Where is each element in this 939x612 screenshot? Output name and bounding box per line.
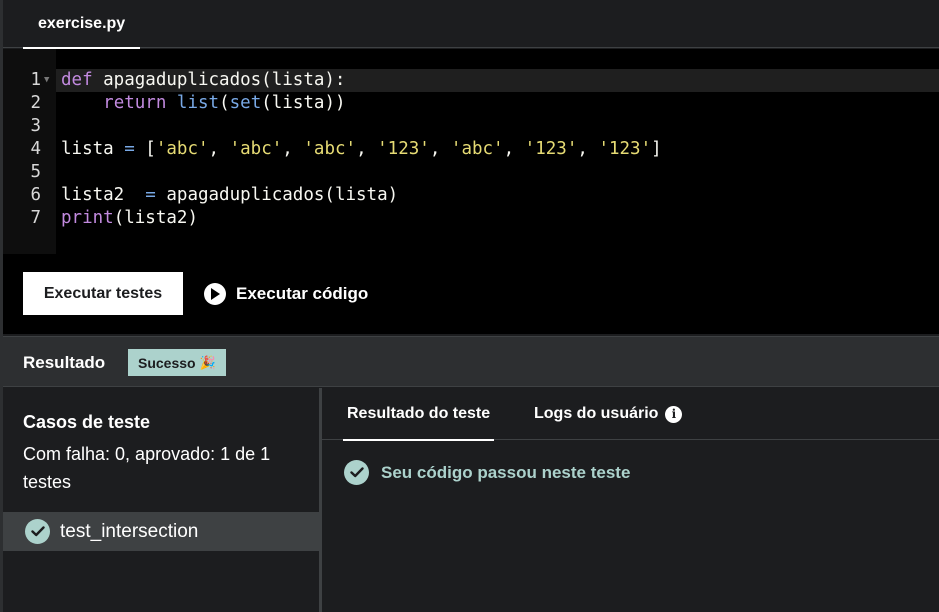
test-pass-text: Seu código passou neste teste: [381, 462, 631, 482]
play-icon: [204, 282, 226, 305]
code-token: apagaduplicados(lista):: [92, 70, 346, 90]
code-token: lista: [61, 139, 125, 159]
test-cases-panel: Casos de teste Com falha: 0, aprovado: 1…: [3, 388, 319, 612]
code-token: ,: [577, 139, 599, 159]
code-token: apagaduplicados(lista): [155, 185, 399, 205]
code-token: ,: [282, 139, 304, 159]
code-line[interactable]: 1 ▼ def apagaduplicados(lista):: [3, 69, 939, 92]
test-case-item[interactable]: test_intersection: [3, 512, 319, 551]
status-badge-label: Sucesso: [138, 354, 196, 371]
result-title: Resultado: [23, 352, 106, 372]
code-token: ,: [429, 139, 451, 159]
line-number: 4: [30, 139, 41, 159]
run-code-label: Executar código: [236, 283, 369, 303]
app-frame: exercise.py 1 ▼ def apagaduplicados(lista)…: [0, 0, 939, 612]
code-token: ]: [651, 139, 662, 159]
code-line[interactable]: 2 return list(set(lista)): [3, 92, 939, 115]
code-token: (lista)): [261, 93, 346, 113]
code-area[interactable]: 1 ▼ def apagaduplicados(lista): 2 return li…: [3, 69, 939, 230]
code-token: [: [134, 139, 156, 159]
code-token: '123': [377, 139, 430, 159]
active-tab-indicator: [343, 439, 495, 441]
code-line[interactable]: 7 print(lista2): [3, 207, 939, 230]
line-number: 3: [30, 116, 41, 136]
file-tab-bar: exercise.py: [3, 0, 939, 49]
code-token: ,: [208, 139, 230, 159]
line-number: 6: [30, 185, 41, 205]
check-circle-icon: [25, 519, 50, 544]
code-text: lista = ['abc', 'abc', 'abc', '123', 'ab…: [61, 138, 662, 161]
code-text: lista2 = apagaduplicados(lista): [61, 184, 398, 207]
code-line[interactable]: 6 lista2 = apagaduplicados(lista): [3, 184, 939, 207]
code-text: def apagaduplicados(lista):: [61, 69, 345, 92]
code-text: print(lista2): [61, 207, 198, 230]
result-bar: Resultado Sucesso 🎉: [3, 336, 939, 387]
code-token: (: [219, 93, 230, 113]
line-number: 2: [30, 93, 41, 113]
code-token: 'abc': [229, 139, 283, 159]
check-circle-icon: [344, 460, 369, 485]
run-code-button[interactable]: Executar código: [204, 272, 368, 315]
code-token: (lista2): [113, 208, 198, 228]
line-number: 1: [30, 70, 41, 90]
status-badge: Sucesso 🎉: [128, 349, 226, 376]
code-token: 'abc': [450, 139, 504, 159]
tab-user-logs-label: Logs do usuário: [534, 405, 659, 422]
line-number: 5: [30, 162, 41, 182]
output-tabs: Resultado do teste Logs do usuário i: [322, 388, 939, 441]
code-token: '123': [598, 139, 652, 159]
file-tab[interactable]: exercise.py: [23, 0, 141, 49]
code-token: set: [229, 93, 262, 113]
run-tests-button[interactable]: Executar testes: [23, 272, 183, 315]
code-line[interactable]: 4 lista = ['abc', 'abc', 'abc', '123', 'a…: [3, 138, 939, 161]
code-line[interactable]: 5: [3, 161, 939, 184]
code-token: lista2: [61, 185, 146, 205]
info-icon[interactable]: i: [665, 405, 683, 423]
test-pass-message: Seu código passou neste teste: [344, 460, 630, 485]
code-token: ,: [503, 139, 525, 159]
code-token: def: [61, 70, 93, 90]
code-text: return list(set(lista)): [61, 92, 346, 115]
code-token: =: [145, 185, 156, 205]
code-token: print: [61, 208, 114, 228]
code-token: 'abc': [303, 139, 357, 159]
fold-arrow-icon[interactable]: ▼: [44, 69, 49, 92]
code-token: list: [176, 93, 220, 113]
code-line[interactable]: 3: [3, 115, 939, 138]
line-number: 7: [30, 208, 41, 228]
code-token: '123': [524, 139, 578, 159]
tab-user-logs[interactable]: Logs do usuário i: [534, 388, 683, 440]
test-case-name: test_intersection: [60, 520, 199, 542]
output-panel: Resultado do teste Logs do usuário i Seu…: [322, 388, 939, 612]
code-token: =: [124, 139, 135, 159]
code-token: ,: [356, 139, 378, 159]
tab-test-result[interactable]: Resultado do teste: [343, 388, 495, 441]
tab-test-result-label: Resultado do teste: [347, 405, 491, 422]
code-token: 'abc': [155, 139, 209, 159]
test-cases-summary: Com falha: 0, aprovado: 1 de 1 testes: [23, 444, 271, 492]
party-popper-icon: 🎉: [199, 354, 216, 370]
code-token: return: [103, 93, 167, 113]
test-cases-title: Casos de teste: [23, 412, 151, 432]
file-tab-label: exercise.py: [38, 15, 126, 32]
